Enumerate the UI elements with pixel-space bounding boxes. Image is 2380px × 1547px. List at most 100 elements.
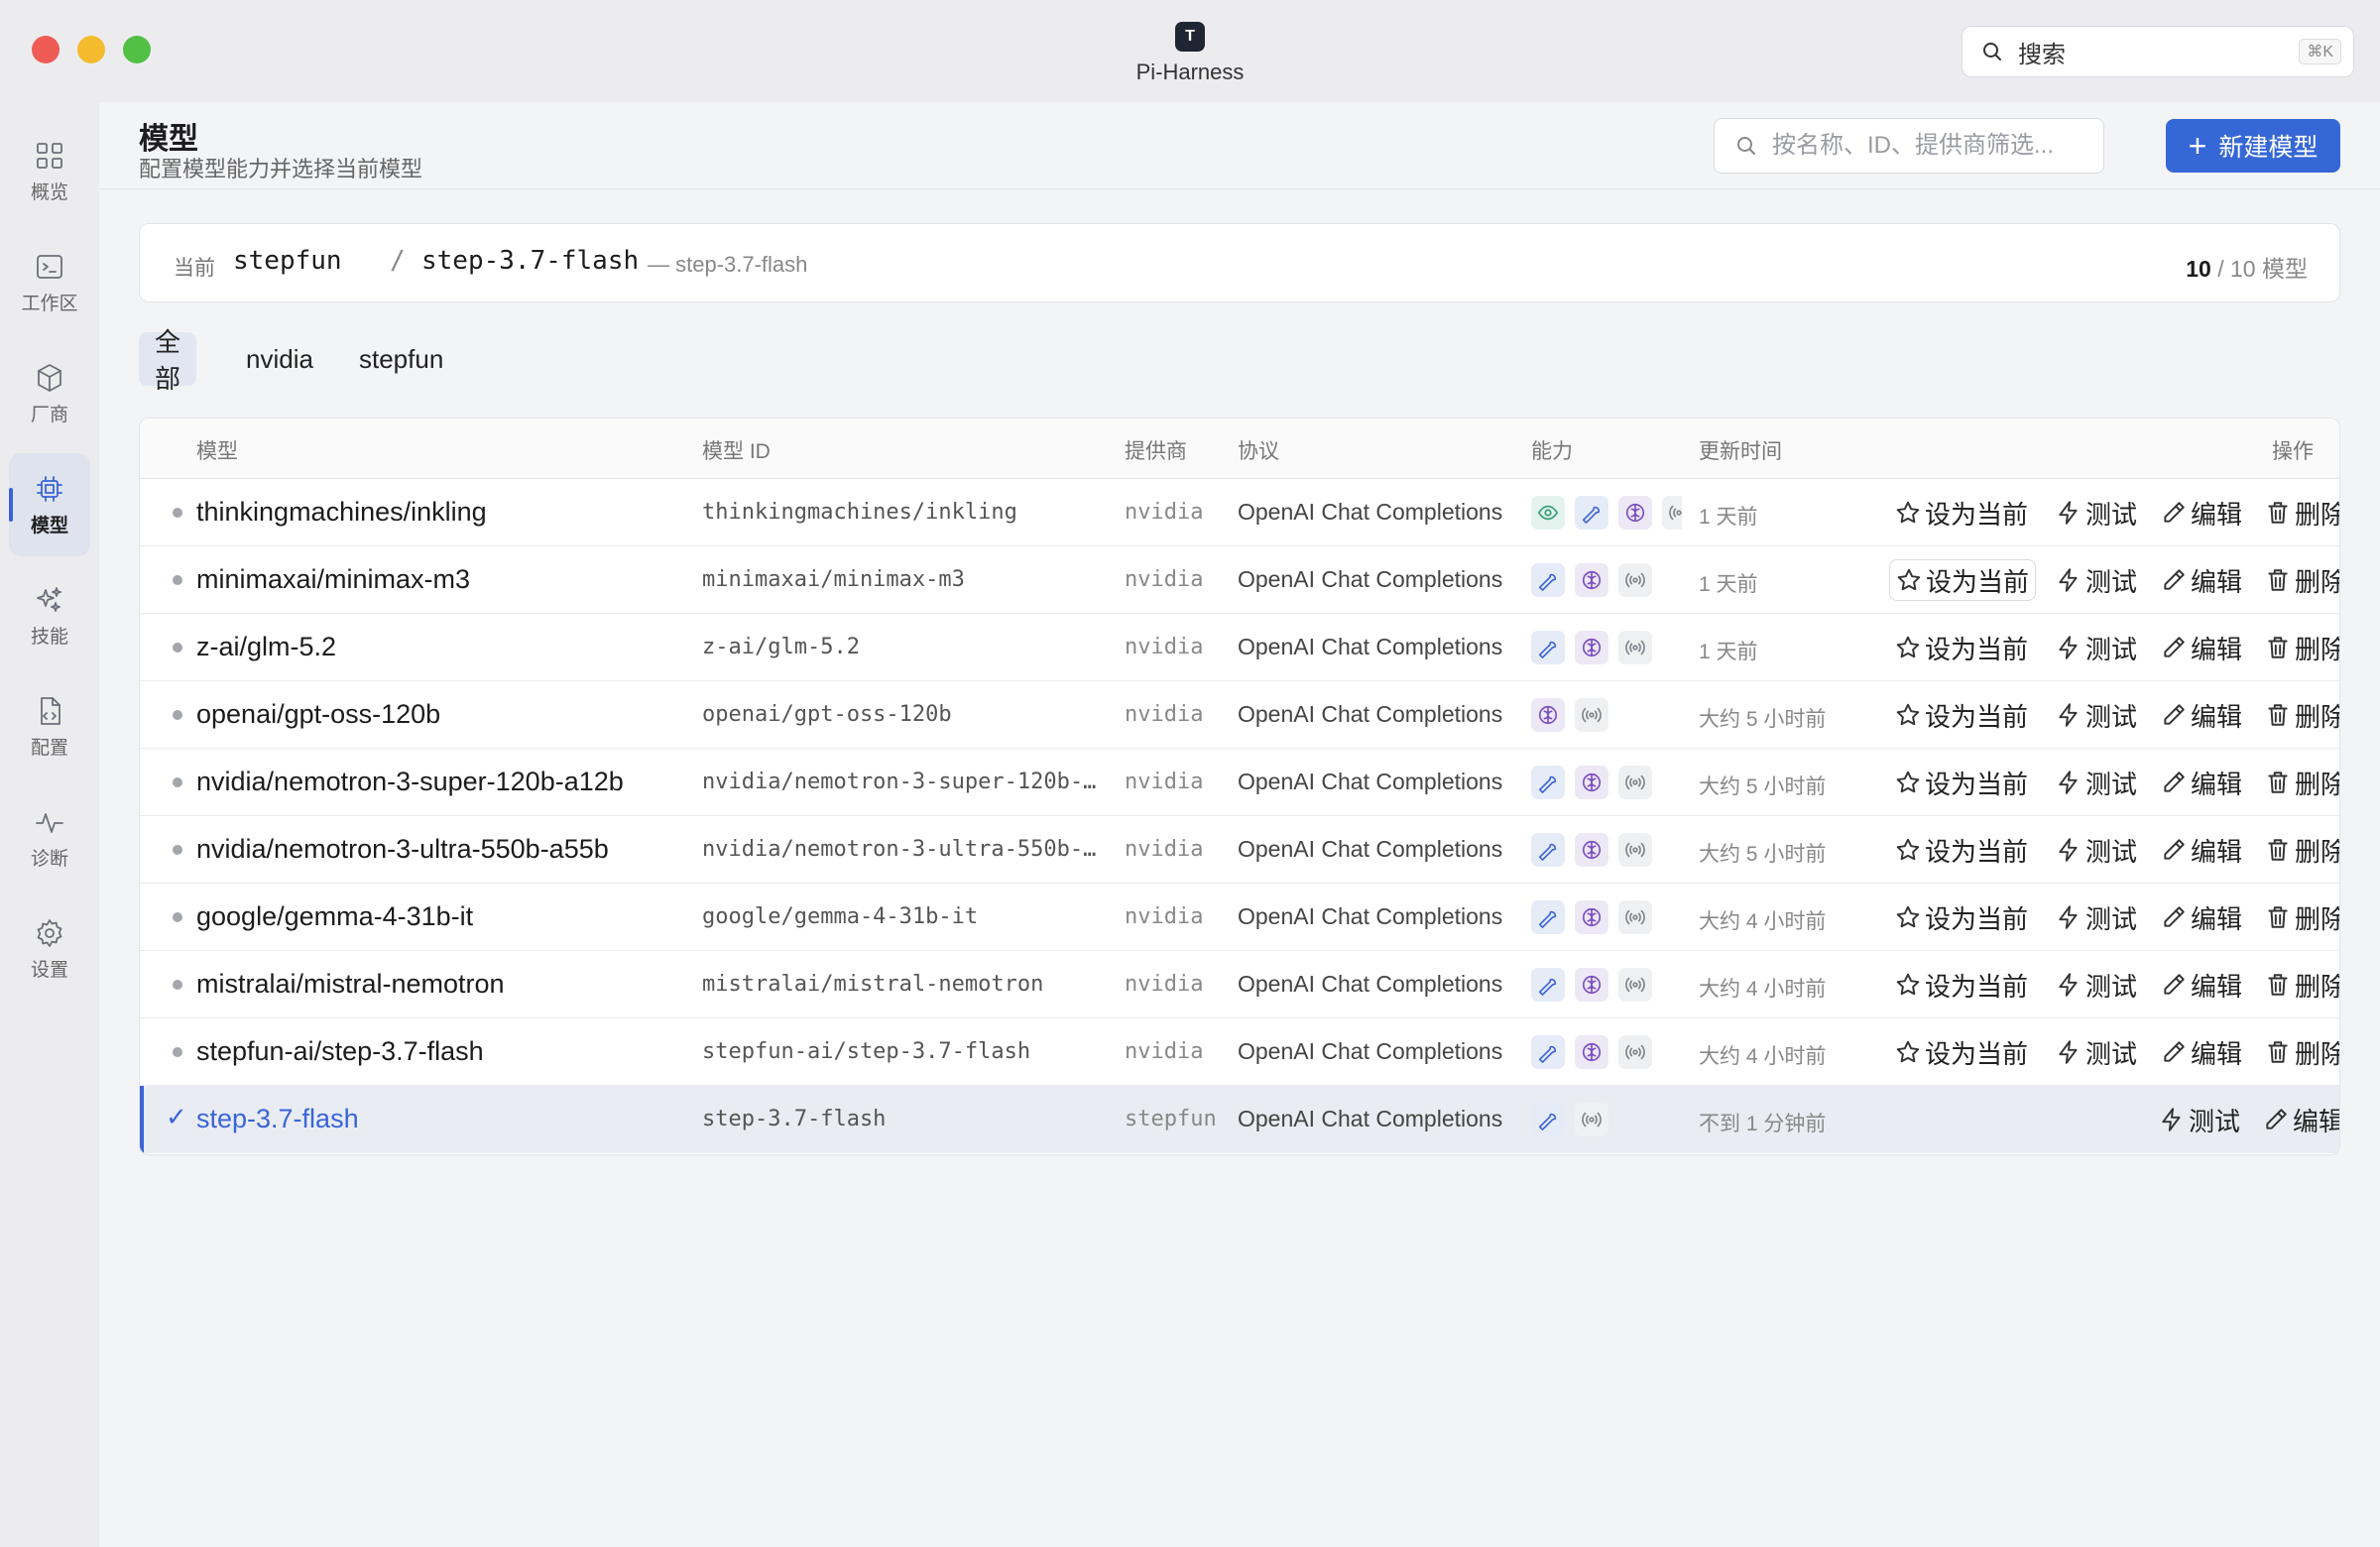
capability-stream-icon	[1575, 698, 1608, 732]
search-icon	[1983, 43, 2001, 60]
table-row[interactable]: openai/gpt-oss-120b openai/gpt-oss-120b …	[140, 681, 2339, 749]
pencil-icon	[2164, 637, 2185, 657]
test-button[interactable]: 测试	[2050, 762, 2143, 803]
test-button[interactable]: 测试	[2050, 896, 2143, 938]
activity-icon	[36, 812, 63, 833]
bolt-icon	[2059, 636, 2078, 659]
set-current-button[interactable]: 设为当前	[1889, 492, 2034, 534]
sidebar-item-cube[interactable]: 厂商	[9, 342, 90, 445]
table-row[interactable]: nvidia/nemotron-3-super-120b-a12b nvidia…	[140, 749, 2339, 816]
sidebar-item-gear[interactable]: 设置	[9, 897, 90, 1001]
sidebar-item-activity[interactable]: 诊断	[9, 786, 90, 890]
sidebar-item-file-code[interactable]: 配置	[9, 675, 90, 778]
test-button[interactable]: 测试	[2050, 829, 2143, 871]
gear-icon	[37, 918, 62, 947]
edit-button[interactable]: 编辑	[2155, 1031, 2248, 1073]
set-current-button[interactable]: 设为当前	[1889, 627, 2034, 668]
table-row[interactable]: google/gemma-4-31b-it google/gemma-4-31b…	[140, 884, 2339, 951]
set-current-button[interactable]: 设为当前	[1889, 829, 2034, 871]
tab-2[interactable]: stepfun	[343, 332, 459, 386]
capability-stream-icon	[1618, 563, 1652, 597]
search-icon	[1737, 137, 1755, 155]
model-protocol: OpenAI Chat Completions	[1238, 836, 1503, 862]
table-row[interactable]: mistralai/mistral-nemotron mistralai/mis…	[140, 951, 2339, 1018]
trash-icon	[2268, 637, 2288, 658]
sidebar-item-label: 模型	[30, 515, 68, 536]
model-protocol: OpenAI Chat Completions	[1238, 903, 1503, 929]
set-current-label: 设为当前	[1925, 1038, 2029, 1069]
edit-button[interactable]: 编辑	[2257, 1099, 2339, 1140]
edit-label: 编辑	[2191, 836, 2243, 867]
set-current-button[interactable]: 设为当前	[1889, 964, 2034, 1006]
test-button[interactable]: 测试	[2050, 1031, 2143, 1073]
test-label: 测试	[2189, 1106, 2241, 1136]
delete-button[interactable]: 删除	[2259, 829, 2339, 871]
model-protocol: OpenAI Chat Completions	[1238, 971, 1503, 997]
updated-time: 1 天前	[1699, 641, 1758, 663]
delete-label: 删除	[2295, 1038, 2339, 1069]
star-icon	[1896, 703, 1920, 726]
model-filter-input[interactable]	[1772, 132, 2089, 160]
test-button[interactable]: 测试	[2050, 492, 2143, 534]
table-row[interactable]: stepfun-ai/step-3.7-flash stepfun-ai/ste…	[140, 1018, 2339, 1086]
table-row[interactable]: z-ai/glm-5.2 z-ai/glm-5.2 nvidia OpenAI …	[140, 614, 2339, 681]
set-current-button[interactable]: 设为当前	[1889, 694, 2034, 736]
edit-button[interactable]: 编辑	[2155, 559, 2248, 601]
edit-button[interactable]: 编辑	[2155, 896, 2248, 938]
test-button[interactable]: 测试	[2050, 627, 2143, 668]
table-row[interactable]: nvidia/nemotron-3-ultra-550b-a55b nvidia…	[140, 816, 2339, 884]
sidebar-item-label: 配置	[30, 737, 68, 759]
pencil-icon	[2164, 906, 2185, 927]
delete-button[interactable]: 删除	[2259, 964, 2339, 1006]
minimize-window-button[interactable]	[77, 36, 105, 63]
set-current-button[interactable]: 设为当前	[1889, 896, 2034, 938]
table-row[interactable]: thinkingmachines/inkling thinkingmachine…	[140, 479, 2339, 546]
model-id: nvidia/nemotron-3-ultra-550b-a55b	[702, 837, 1109, 862]
sidebar-item-terminal[interactable]: 工作区	[9, 231, 90, 334]
delete-label: 删除	[2295, 903, 2339, 934]
delete-button[interactable]: 删除	[2259, 559, 2339, 601]
set-current-button[interactable]: 设为当前	[1889, 762, 2034, 803]
sidebar-item-chip[interactable]: 模型	[9, 453, 90, 556]
edit-button[interactable]: 编辑	[2155, 627, 2248, 668]
model-name: step-3.7-flash	[196, 1104, 359, 1133]
sidebar-item-label: 设置	[30, 959, 68, 981]
model-name: z-ai/glm-5.2	[196, 632, 337, 661]
delete-button[interactable]: 删除	[2259, 1031, 2339, 1073]
zoom-window-button[interactable]	[123, 36, 151, 63]
delete-button[interactable]: 删除	[2259, 694, 2339, 736]
new-model-button[interactable]: + 新建模型	[2166, 119, 2340, 173]
close-window-button[interactable]	[32, 36, 60, 63]
test-button[interactable]: 测试	[2050, 559, 2143, 601]
model-protocol: OpenAI Chat Completions	[1238, 1106, 1503, 1131]
plus-icon: +	[2188, 128, 2207, 164]
sidebar-item-grid[interactable]: 概览	[9, 120, 90, 223]
delete-button[interactable]: 删除	[2259, 896, 2339, 938]
delete-button[interactable]: 删除	[2259, 492, 2339, 534]
test-button[interactable]: 测试	[2050, 964, 2143, 1006]
set-current-button[interactable]: 设为当前	[1889, 559, 2037, 601]
table-row[interactable]: minimaxai/minimax-m3 minimaxai/minimax-m…	[140, 546, 2339, 614]
global-search-button[interactable]: 搜索 ⌘K	[1962, 26, 2354, 77]
edit-button[interactable]: 编辑	[2155, 964, 2248, 1006]
edit-button[interactable]: 编辑	[2155, 492, 2248, 534]
delete-button[interactable]: 删除	[2259, 762, 2339, 803]
sidebar-item-sparkles[interactable]: 技能	[9, 564, 90, 667]
star-icon	[1896, 636, 1920, 658]
edit-button[interactable]: 编辑	[2155, 762, 2248, 803]
set-current-button[interactable]: 设为当前	[1889, 1031, 2034, 1073]
tab-1[interactable]: nvidia	[230, 332, 329, 386]
table-row[interactable]: ✓ step-3.7-flash step-3.7-flash stepfun O…	[140, 1086, 2339, 1153]
tab-0[interactable]: 全部	[139, 327, 197, 394]
shortcut-hint: ⌘K	[2299, 39, 2341, 64]
capabilities	[1531, 1103, 1682, 1136]
trash-icon	[2268, 974, 2288, 996]
test-button[interactable]: 测试	[2050, 694, 2143, 736]
edit-button[interactable]: 编辑	[2155, 694, 2248, 736]
current-model-card: 当前 stepfun / step-3.7-flash — step-3.7-f…	[139, 223, 2340, 302]
page-subtitle: 配置模型能力并选择当前模型	[139, 157, 423, 181]
test-button[interactable]: 测试	[2153, 1099, 2246, 1140]
edit-button[interactable]: 编辑	[2155, 829, 2248, 871]
delete-button[interactable]: 删除	[2259, 627, 2339, 668]
model-filter[interactable]	[1714, 118, 2104, 174]
